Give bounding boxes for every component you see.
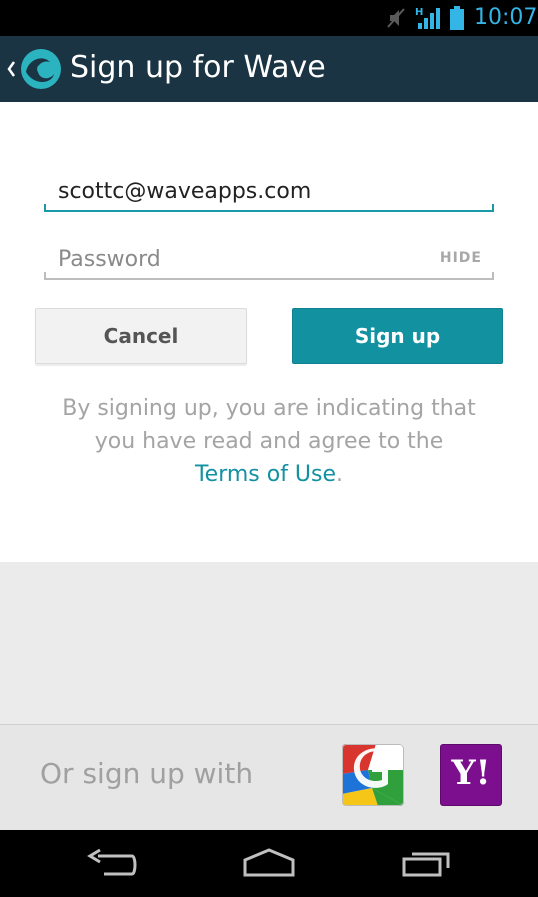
page-title: Sign up for Wave <box>70 50 326 85</box>
google-signup-button[interactable] <box>342 744 404 806</box>
google-icon <box>342 744 404 806</box>
terms-period: . <box>336 462 344 487</box>
recent-apps-icon[interactable] <box>402 848 452 882</box>
email-input[interactable] <box>44 172 484 210</box>
signup-form: HIDE Cancel Sign up By signing up, you a… <box>0 102 538 563</box>
email-underline <box>44 204 494 212</box>
background-area <box>0 562 538 724</box>
status-clock: 10:07 <box>474 5 538 30</box>
yahoo-icon: Y! <box>451 753 491 793</box>
mute-icon <box>386 7 406 33</box>
back-icon[interactable] <box>86 848 138 882</box>
status-bar: H 10:07 <box>0 0 538 36</box>
up-navigation-button[interactable] <box>0 36 64 102</box>
yahoo-signup-button[interactable]: Y! <box>440 744 502 806</box>
password-field-container: HIDE <box>44 240 494 280</box>
network-type-label: H <box>415 7 423 18</box>
back-chevron-icon <box>6 60 16 82</box>
system-nav-bar <box>0 830 538 897</box>
signal-icon: H <box>414 5 442 35</box>
email-field-container <box>44 172 494 212</box>
password-input[interactable] <box>44 240 484 278</box>
battery-icon <box>450 6 464 34</box>
terms-line-2: you have read and agree to the <box>94 429 444 454</box>
terms-of-use-link[interactable]: Terms of Use <box>195 462 336 487</box>
sign-up-button[interactable]: Sign up <box>292 308 503 364</box>
signup-screen: H 10:07 Sign up for Wave scottc@waveapps… <box>0 0 538 897</box>
wave-logo-icon <box>20 48 62 94</box>
terms-line-1: By signing up, you are indicating that <box>62 396 476 421</box>
home-icon[interactable] <box>242 848 296 882</box>
terms-notice: By signing up, you are indicating that y… <box>0 392 538 491</box>
action-bar: Sign up for Wave <box>0 36 538 102</box>
social-signup-label: Or sign up with <box>40 757 254 790</box>
social-signup-bar: Or sign up with Y! <box>0 724 538 831</box>
cancel-button[interactable]: Cancel <box>35 308 247 364</box>
password-underline <box>44 272 494 280</box>
hide-password-toggle[interactable]: HIDE <box>440 250 482 266</box>
terms-line-3: Terms of Use. <box>0 458 538 491</box>
